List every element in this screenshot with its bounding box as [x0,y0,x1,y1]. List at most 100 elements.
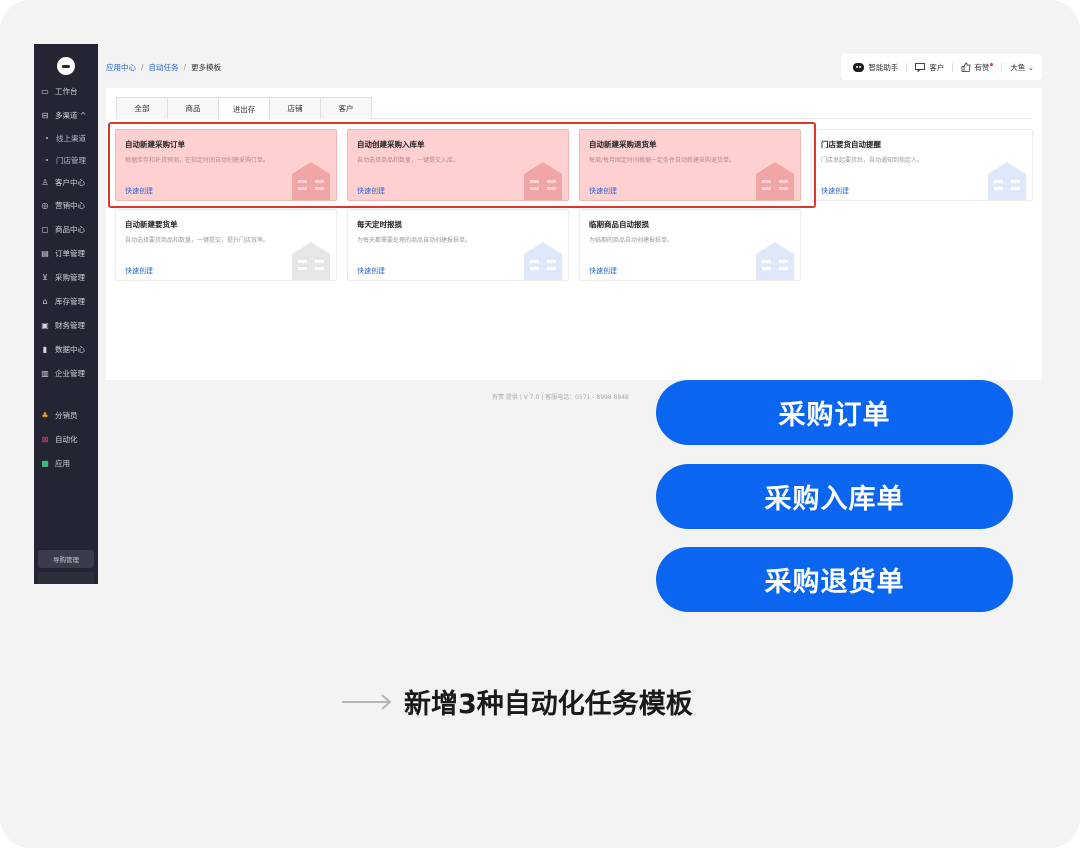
user-menu[interactable]: 大鱼 ⌄ [1010,62,1034,73]
page-footer: 有赞 提供 | V 7.0 | 客服电话：0571 - 8998 8848 [492,394,629,401]
sidebar-subitem[interactable]: 线上渠道 [46,131,86,145]
thumbs-up-icon [961,62,971,72]
sidebar-item-label: 订单管理 [55,248,85,258]
user-name: 大鱼 ⌄ [1010,62,1034,72]
sidebar-item-label: 财务管理 [55,320,85,330]
category-tabs: 全部 商品 进出存 店铺 客户 [116,97,1032,120]
finance-icon: ▣ [41,320,49,330]
sidebar-item[interactable]: ⌂ 库存管理 [40,294,85,308]
header-toolbar: 智能助手 客户 有赞 大鱼 ⌄ [841,54,1042,80]
sidebar-item-label: 多渠道 ^ [55,110,87,120]
youzan-label: 有赞 [974,62,990,72]
pill-purchase-return: 采购退货单 [656,547,1013,612]
customer-label: 客户 [929,62,945,72]
sidebar: ▭ 工作台 ⊟ 多渠道 ^ 线上渠道门店管理 ♙ 客户中心 ◎ 营销中心 ◻ 商品中心 ▤ 订单管理 ⊻ 采… [34,44,98,584]
sidebar-subitem[interactable]: 门店管理 [46,153,86,167]
sidebar-item-label: 商品中心 [55,224,85,234]
distributor-icon: ♣ [41,410,49,420]
tab[interactable]: 进出存 [218,97,270,120]
sidebar-item[interactable]: ▤ 订单管理 [40,246,85,260]
building-illustration-icon [756,242,794,280]
card-description: 自动选择要货商品和数量，一键提交，提升门店效率。 [125,237,270,244]
card-description: 门店发起要货后，自动通知到指定人。 [821,157,924,164]
top-header: 应用中心 / 自动任务 / 更多模板 智能助手 客户 有赞 大鱼 ⌄ [106,54,1042,80]
tab[interactable]: 店铺 [269,97,321,119]
breadcrumb-auto-task[interactable]: 自动任务 [149,62,179,73]
sidebar-item[interactable]: ▥ 企业管理 [40,366,85,380]
monitor-icon: ▭ [41,86,49,96]
breadcrumb-current: 更多模板 [191,63,222,72]
sidebar-item[interactable]: ♣ 分销员 [40,408,78,422]
sidebar-bottom-button[interactable]: 导购管理 [38,550,94,568]
slide-canvas: ▭ 工作台 ⊟ 多渠道 ^ 线上渠道门店管理 ♙ 客户中心 ◎ 营销中心 ◻ 商品中心 ▤ 订单管理 ⊻ 采… [0,0,1080,848]
bar-chart-icon: ▮ [42,344,48,354]
template-card[interactable]: 自动新建要货单自动选择要货商品和数量，一键提交，提升门店效率。 快速创建 [115,209,337,281]
sidebar-item[interactable]: ▣ 财务管理 [40,318,85,332]
sidebar-item-label: 应用 [55,458,70,468]
building-illustration-icon [524,242,562,280]
template-card[interactable]: 临期商品自动报损为临期的商品自动创建报损单。 快速创建 [579,209,801,281]
assistant-button[interactable]: 智能助手 [853,62,898,73]
sidebar-item[interactable]: ▮ 数据中心 [40,342,85,356]
sidebar-item-label: 企业管理 [55,368,85,378]
arrow-right-icon [342,693,392,710]
card-description: 为临期的商品自动创建报损单。 [589,237,674,244]
bullet-icon [46,159,48,161]
sidebar-item-label: 营销中心 [55,200,85,210]
building-icon: ▥ [41,368,49,378]
building-illustration-icon [988,162,1026,200]
sidebar-item-label: 门店管理 [56,155,86,165]
sidebar-item-label: 线上渠道 [56,133,86,143]
quick-create-link[interactable]: 快速创建 [589,266,617,276]
assistant-label: 智能助手 [868,62,899,72]
robot-icon [853,62,865,72]
target-icon: ◎ [41,200,49,210]
template-card[interactable]: 门店要货自动提醒门店发起要货后，自动通知到指定人。 快速创建 [811,129,1033,201]
highlight-frame [108,122,816,208]
user-icon: ♙ [41,177,49,187]
youzan-button[interactable]: 有赞 [961,62,994,73]
customer-service-button[interactable]: 客户 [915,62,944,73]
automation-icon: ⊠ [41,434,49,444]
sidebar-item[interactable]: ⊟ 多渠道 ^ [40,108,87,122]
sidebar-item-label: 分销员 [55,410,78,420]
logo-icon [57,57,75,75]
channel-icon: ⊟ [41,110,49,120]
caption: 新增3种自动化任务模板 [342,682,693,721]
breadcrumb-separator: / [141,63,144,72]
quick-create-link[interactable]: 快速创建 [357,266,385,276]
chat-icon [915,62,926,72]
pill-purchase-order: 采购订单 [656,380,1013,445]
tab[interactable]: 商品 [167,97,219,119]
sidebar-item[interactable]: ◻ 商品中心 [40,222,85,236]
card-title: 门店要货自动提醒 [821,140,881,149]
breadcrumb-app-center[interactable]: 应用中心 [106,62,136,73]
sidebar-item-label: 库存管理 [55,296,85,306]
quick-create-link[interactable]: 快速创建 [125,266,153,276]
template-card[interactable]: 每天定时报损 为每天都需要处理的商品自动创建报损单。 快速创建 [347,209,569,281]
building-illustration-icon [292,242,330,280]
notification-dot [990,62,994,66]
sidebar-collapse-bar[interactable] [38,572,94,584]
sidebar-item[interactable]: ■ 应用 [40,456,70,470]
breadcrumb-separator: / [183,63,187,72]
caption-text: 新增3种自动化任务模板 [404,689,693,720]
sidebar-item[interactable]: ♙ 客户中心 [40,175,85,189]
sidebar-item-label: 数据中心 [55,344,85,354]
warehouse-icon: ⌂ [42,296,48,306]
sidebar-item[interactable]: ◎ 营销中心 [40,198,86,212]
quick-create-link[interactable]: 快速创建 [821,186,849,196]
pill-purchase-inbound: 采购入库单 [656,464,1013,529]
tab[interactable]: 全部 [116,97,168,119]
sidebar-item[interactable]: ▭ 工作台 [40,84,78,98]
card-title: 自动新建要货单 [125,220,178,229]
document-icon: ▤ [41,248,49,258]
card-title: 临期商品自动报损 [589,220,649,229]
sidebar-item-label: 自动化 [55,434,78,444]
sidebar-item[interactable]: ⊻ 采购管理 [40,270,85,284]
card-description: 为每天都需要处理的商品自动创建报损单。 [357,237,472,244]
sidebar-item[interactable]: ⊠ 自动化 [40,432,78,446]
sidebar-logo[interactable] [34,44,98,88]
tab[interactable]: 客户 [320,97,372,119]
sidebar-item-label: 工作台 [55,86,78,96]
